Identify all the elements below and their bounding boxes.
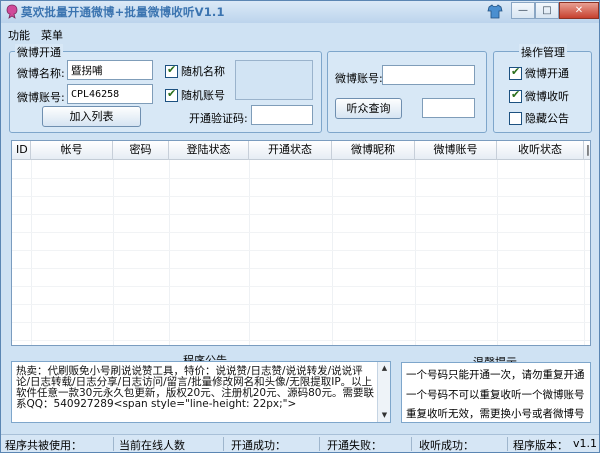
status-separator [223,437,224,451]
status-separator [411,437,412,451]
menu-menu[interactable]: 菜单 [41,27,63,43]
ops-listen-label: 微博收听 [525,90,569,103]
ops-open-checkbox[interactable]: 微博开通 [509,65,569,81]
grid-line [12,304,590,305]
grid-line [12,250,590,251]
column-header-login-status[interactable]: 登陆状态 [169,141,249,160]
notice-box[interactable]: 热卖：代刷贩免小号刷说说赞工具，特价：说说赞/日志赞/说说转发/说说评论/日志转… [11,361,391,423]
main-window: 莫欢批量开通微博+批量微博收听V1.1 — □ ✕ 功能 菜单 微博开通 微博名… [0,0,600,453]
status-open-fail: 开通失败： [327,439,382,452]
ops-hide-notice-checkbox[interactable]: 隐藏公告 [509,110,569,126]
ops-listen-check-box[interactable] [509,88,522,103]
tips-box: 一个号码只能开通一次，请勿重复开通 一个号码不可以重复收听一个微博账号 重复收听… [401,362,591,423]
status-version-label: 程序版本： [513,439,568,452]
app-icon [6,4,18,19]
skin-shirt-icon[interactable] [487,4,503,19]
grid-line [12,286,590,287]
random-account-check-box[interactable] [165,87,178,102]
grid-line [169,160,170,345]
listener-query-group [327,51,487,133]
ops-hide-notice-check-box[interactable] [509,111,522,125]
notice-text: 热卖：代刷贩免小号刷说说赞工具，特价：说说赞/日志赞/说说转发/说说评论/日志转… [16,365,374,410]
captcha-input[interactable] [251,105,313,125]
status-listen-success: 收听成功： [419,439,474,452]
ops-group-title: 操作管理 [519,44,567,60]
grid-line [12,196,590,197]
grid-line [12,340,590,341]
weibo-open-group-title: 微博开通 [15,44,63,60]
menu-bar: 功能 菜单 [1,24,599,42]
status-online-count: 当前在线人数 [119,439,185,452]
status-open-success: 开通成功： [231,439,286,452]
scroll-down-icon[interactable]: ▼ [379,410,390,421]
listener-result-input[interactable] [422,98,475,118]
grid-line [12,232,590,233]
grid-line [415,160,416,345]
column-header-listen-status[interactable]: 收听状态 [497,141,584,160]
status-version: v1.1 [573,437,598,450]
scroll-up-icon[interactable]: ▲ [379,363,390,374]
grid-line [249,160,250,345]
add-to-list-button[interactable]: 加入列表 [42,106,141,127]
random-name-label: 随机名称 [181,65,225,78]
status-separator [113,437,114,451]
weibo-name-label: 微博名称: [17,67,65,80]
weibo-account-input[interactable] [67,84,153,104]
column-header-id[interactable]: ID [12,141,31,160]
status-separator [319,437,320,451]
random-name-checkbox[interactable]: 随机名称 [165,63,225,79]
ops-hide-notice-label: 隐藏公告 [525,112,569,125]
grid-line [332,160,333,345]
tip-line: 一个号码不可以重复收听一个微博账号 [406,389,585,401]
grid-line [113,160,114,345]
maximize-button[interactable]: □ [535,2,559,19]
title-bar[interactable]: 莫欢批量开通微博+批量微博收听V1.1 — □ ✕ [1,1,599,23]
grid-line [12,178,590,179]
menu-function[interactable]: 功能 [8,27,30,43]
ops-listen-checkbox[interactable]: 微博收听 [509,88,569,104]
grid-line [584,160,585,345]
listen-account-input[interactable] [382,65,475,85]
minimize-button[interactable]: — [511,2,535,19]
close-button[interactable]: ✕ [559,2,599,19]
ops-open-check-box[interactable] [509,65,522,80]
window-title: 莫欢批量开通微博+批量微博收听V1.1 [21,5,225,19]
ops-open-label: 微博开通 [525,67,569,80]
grid-line [12,214,590,215]
weibo-account-label: 微博账号: [17,91,65,104]
status-shared-count: 程序共被使用： [5,439,82,452]
column-header-account[interactable]: 帐号 [31,141,113,160]
column-header-open-status[interactable]: 开通状态 [249,141,332,160]
tip-line: 一个号码只能开通一次，请勿重复开通 [406,369,585,381]
notice-scrollbar[interactable]: ▲ ▼ [377,362,390,422]
listener-query-button[interactable]: 听众查询 [335,98,402,119]
grid-line [31,160,32,345]
random-account-checkbox[interactable]: 随机账号 [165,87,225,103]
status-bar: 程序共被使用： 当前在线人数 开通成功： 开通失败： 收听成功： 程序版本： v… [1,434,599,452]
grid-line [12,268,590,269]
column-header-weibo-account[interactable]: 微博账号 [415,141,497,160]
column-header-weibo-nickname[interactable]: 微博昵称 [332,141,415,160]
captcha-label: 开通验证码: [189,112,248,125]
account-table[interactable]: ID 帐号 密码 登陆状态 开通状态 微博昵称 微博账号 收听状态 | [11,140,591,346]
captcha-image[interactable] [235,60,313,100]
column-header-password[interactable]: 密码 [113,141,169,160]
tip-line: 重复收听无效，需更换小号或者微博号 [406,408,585,420]
random-account-label: 随机账号 [181,89,225,102]
listen-account-label: 微博账号: [335,72,383,85]
weibo-name-input[interactable] [67,60,153,80]
grid-line [497,160,498,345]
status-separator [507,437,508,451]
grid-line [12,322,590,323]
random-name-check-box[interactable] [165,63,178,78]
column-header-extra: | [586,143,590,156]
table-header: ID 帐号 密码 登陆状态 开通状态 微博昵称 微博账号 收听状态 | [12,141,590,160]
